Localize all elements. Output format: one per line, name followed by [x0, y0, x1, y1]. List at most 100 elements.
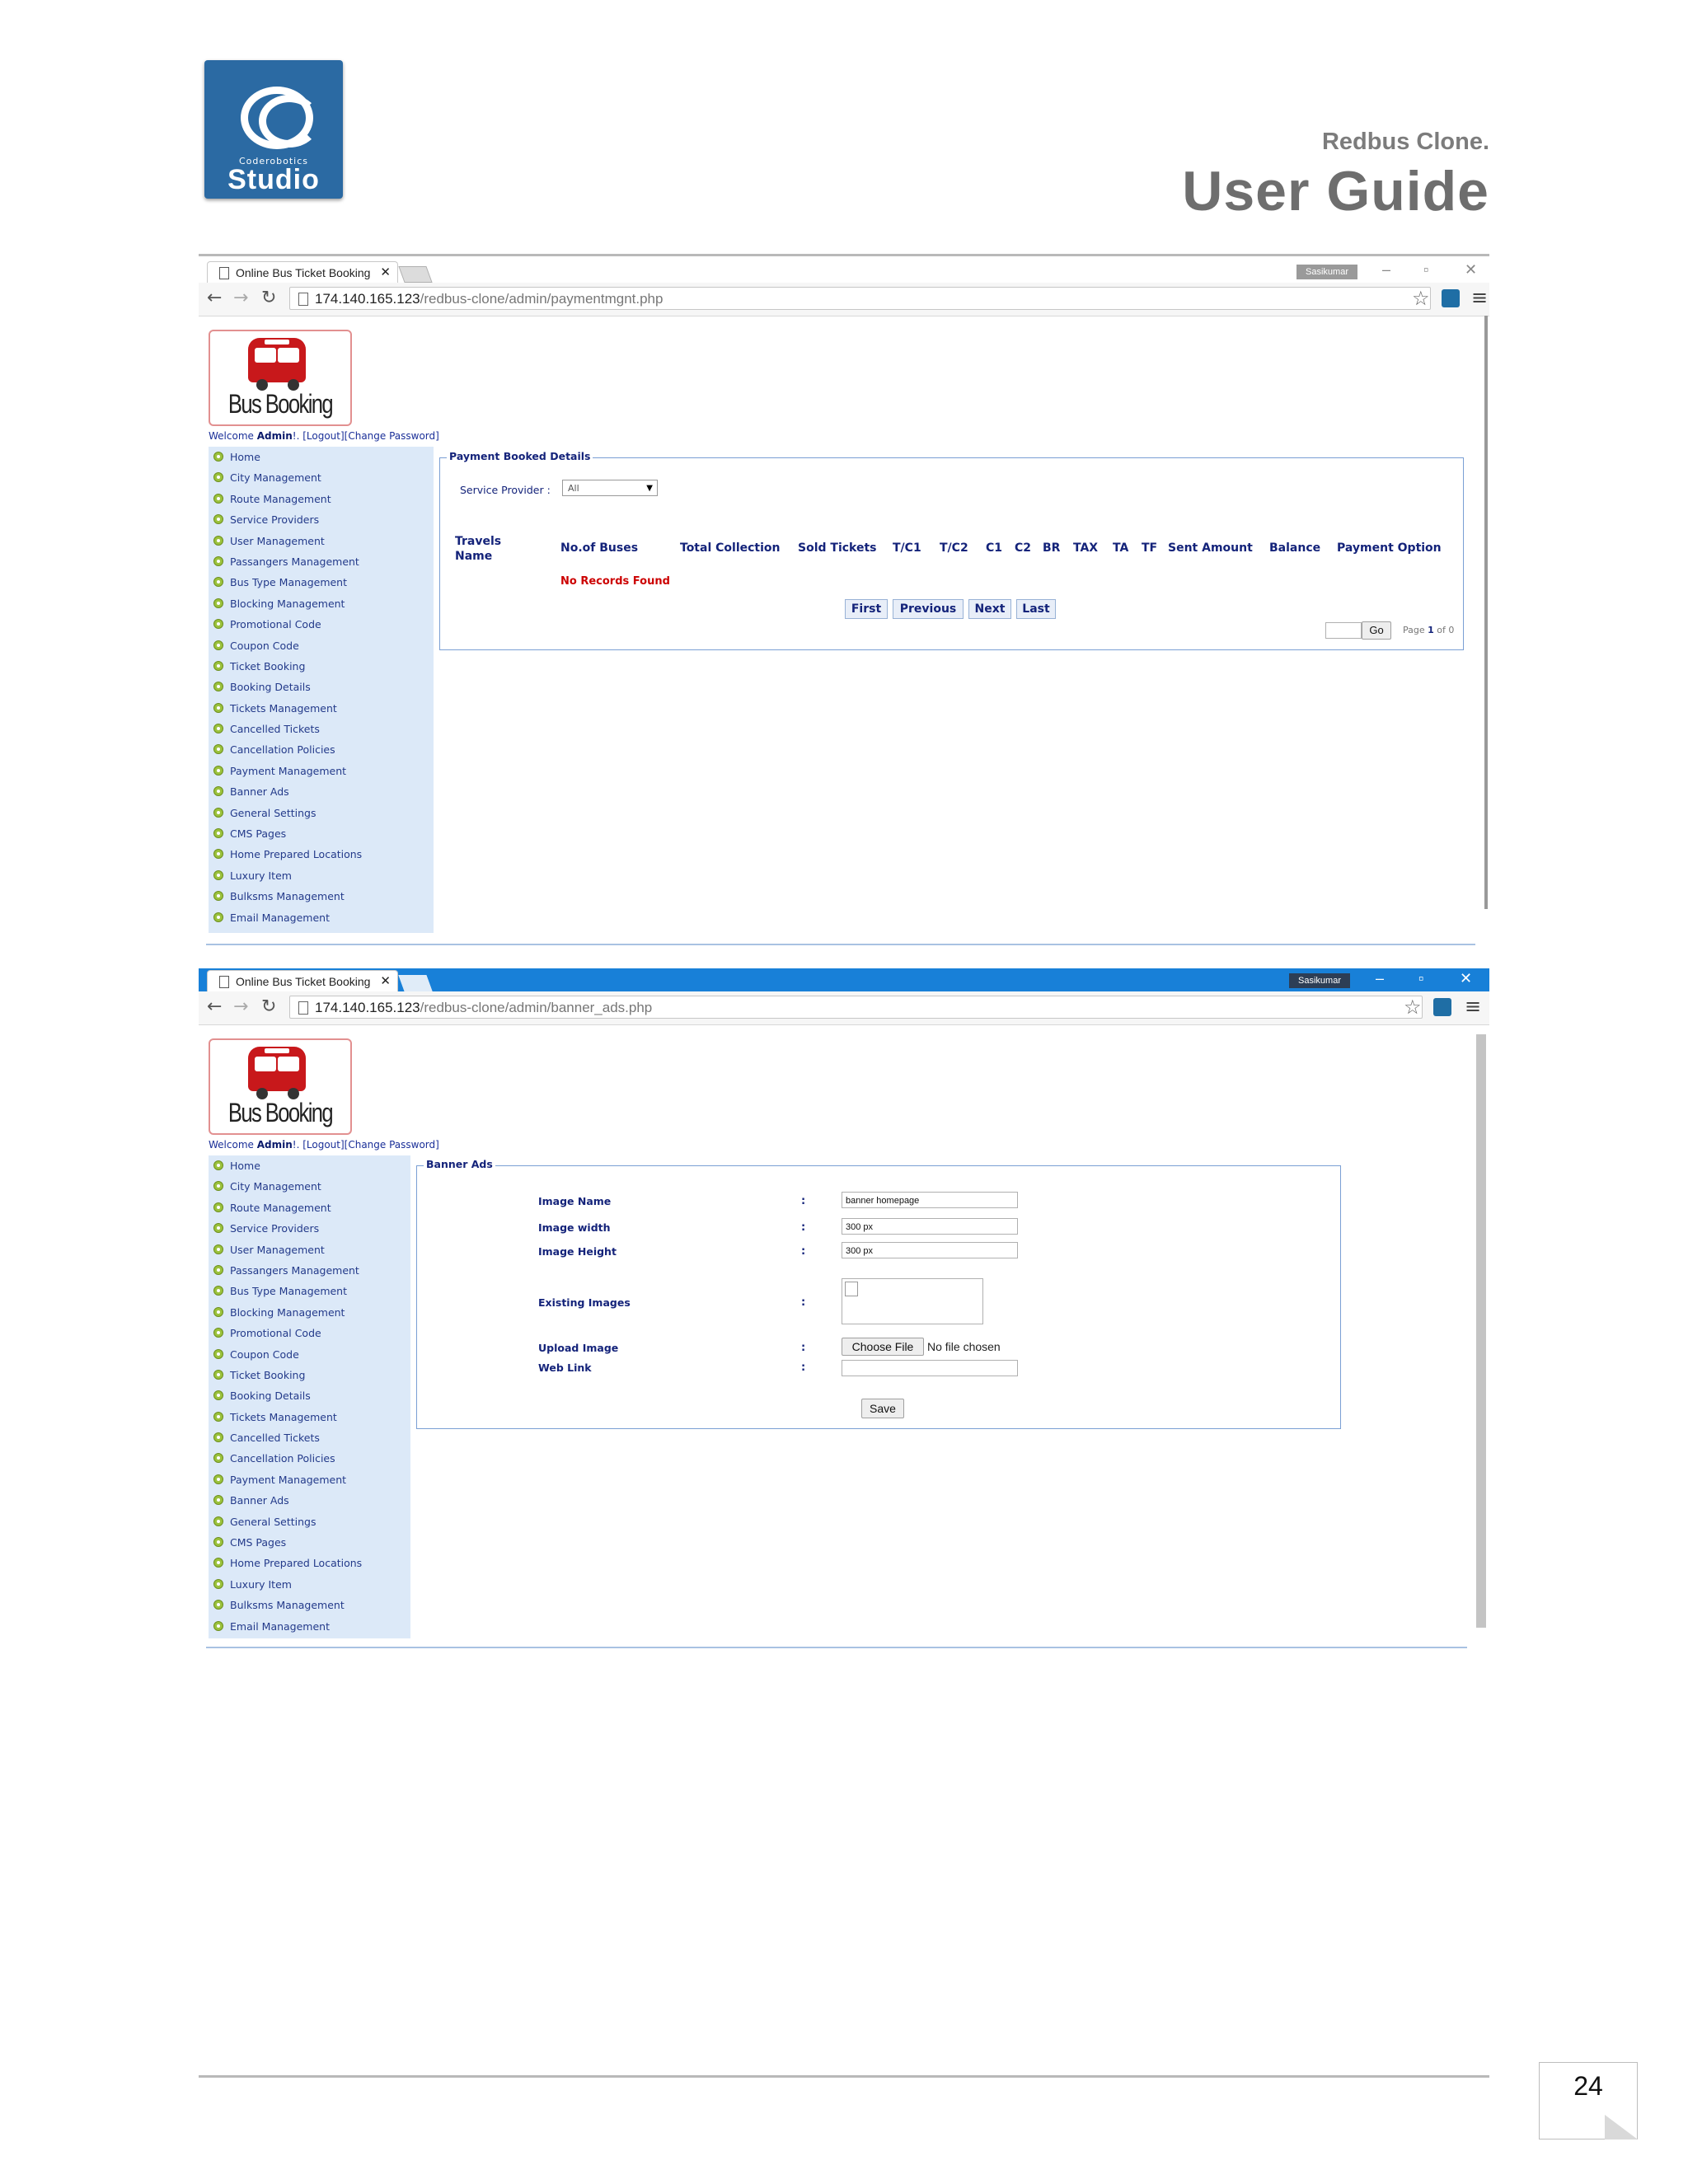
- restore-icon[interactable]: ▫: [1418, 970, 1423, 987]
- sidebar-item[interactable]: Booking Details: [209, 1385, 410, 1406]
- sidebar-item[interactable]: User Management: [209, 531, 434, 551]
- save-button[interactable]: Save: [861, 1399, 904, 1418]
- page-jump-input[interactable]: [1325, 622, 1362, 639]
- sidebar-item[interactable]: Bulksms Management: [209, 1595, 410, 1615]
- sidebar-item[interactable]: Home: [209, 1155, 410, 1176]
- bullet-icon: [213, 1369, 223, 1380]
- account-links[interactable]: !. [Logout][Change Password]: [293, 430, 439, 442]
- restore-icon[interactable]: ▫: [1423, 261, 1428, 279]
- close-tab-icon[interactable]: ✕: [380, 262, 391, 284]
- sidebar-item[interactable]: Home: [209, 447, 434, 467]
- sidebar-item[interactable]: Passangers Management: [209, 551, 434, 572]
- sidebar-item-label: City Management: [230, 471, 321, 485]
- sidebar-item[interactable]: General Settings: [209, 803, 434, 823]
- sidebar-item[interactable]: Banner Ads: [209, 1490, 410, 1511]
- menu-icon[interactable]: ≡: [1471, 286, 1488, 309]
- pager-last-button[interactable]: Last: [1016, 599, 1056, 619]
- bookmark-star-icon[interactable]: ☆: [1404, 996, 1422, 1019]
- sidebar-item[interactable]: Tickets Management: [209, 1407, 410, 1427]
- sidebar-item[interactable]: CMS Pages: [209, 823, 434, 844]
- extension-icon[interactable]: [1433, 998, 1451, 1016]
- browser-tab[interactable]: Online Bus Ticket Booking ✕: [207, 261, 398, 283]
- image-width-input[interactable]: 300 px: [842, 1218, 1018, 1235]
- sidebar-item[interactable]: Luxury Item: [209, 1574, 410, 1595]
- sidebar-item-label: Promotional Code: [230, 1327, 321, 1340]
- sidebar-item[interactable]: Cancellation Policies: [209, 1448, 410, 1469]
- bullet-icon: [213, 1390, 223, 1401]
- sidebar-item[interactable]: User Management: [209, 1240, 410, 1260]
- sidebar-item[interactable]: Blocking Management: [209, 1302, 410, 1323]
- image-name-input[interactable]: banner homepage: [842, 1192, 1018, 1208]
- sidebar-item[interactable]: Bus Type Management: [209, 572, 434, 593]
- go-button[interactable]: Go: [1362, 621, 1391, 640]
- sidebar-item[interactable]: Ticket Booking: [209, 1365, 410, 1385]
- new-tab-button[interactable]: [398, 266, 433, 283]
- sidebar-item[interactable]: CMS Pages: [209, 1532, 410, 1553]
- reload-icon[interactable]: ↻: [261, 288, 276, 308]
- sidebar-item[interactable]: Luxury Item: [209, 865, 434, 886]
- sidebar-item[interactable]: Promotional Code: [209, 1323, 410, 1343]
- sidebar-item[interactable]: Promotional Code: [209, 614, 434, 635]
- scrollbar[interactable]: [1484, 316, 1488, 909]
- pager-previous-button[interactable]: Previous: [893, 599, 964, 619]
- sidebar-item[interactable]: Service Providers: [209, 509, 434, 530]
- pager-first-button[interactable]: First: [845, 599, 888, 619]
- minimize-icon[interactable]: –: [1376, 970, 1384, 987]
- sidebar-item[interactable]: Home Prepared Locations: [209, 844, 434, 865]
- close-window-icon[interactable]: ✕: [1460, 970, 1472, 987]
- sidebar-item[interactable]: City Management: [209, 1176, 410, 1197]
- sidebar-item[interactable]: Tickets Management: [209, 698, 434, 719]
- minimize-icon[interactable]: –: [1382, 261, 1390, 279]
- forward-icon[interactable]: →: [233, 996, 248, 1017]
- doc-title: User Guide: [1182, 160, 1489, 223]
- pager-next-button[interactable]: Next: [968, 599, 1011, 619]
- address-bar[interactable]: 174.140.165.123/redbus-clone/admin/banne…: [289, 996, 1423, 1019]
- choose-file-button[interactable]: Choose File: [842, 1338, 924, 1356]
- sidebar-item[interactable]: Email Management: [209, 907, 434, 928]
- sidebar-item[interactable]: Booking Details: [209, 677, 434, 697]
- sidebar-item[interactable]: Cancelled Tickets: [209, 1427, 410, 1448]
- scrollbar[interactable]: [1476, 1034, 1486, 1628]
- sidebar-item[interactable]: City Management: [209, 467, 434, 488]
- sidebar-item[interactable]: Service Providers: [209, 1218, 410, 1239]
- back-icon[interactable]: ←: [207, 996, 222, 1017]
- sidebar-item[interactable]: Email Management: [209, 1616, 410, 1637]
- profile-badge[interactable]: Sasikumar: [1289, 973, 1350, 988]
- web-link-input[interactable]: [842, 1360, 1018, 1376]
- sidebar-item[interactable]: Bulksms Management: [209, 886, 434, 907]
- bullet-icon: [213, 555, 223, 566]
- account-links[interactable]: !. [Logout][Change Password]: [293, 1139, 439, 1151]
- sidebar-item[interactable]: Route Management: [209, 1197, 410, 1218]
- forward-icon[interactable]: →: [233, 288, 248, 308]
- sidebar-item[interactable]: Route Management: [209, 489, 434, 509]
- bookmark-star-icon[interactable]: ☆: [1412, 287, 1430, 310]
- sidebar-item[interactable]: Bus Type Management: [209, 1281, 410, 1301]
- reload-icon[interactable]: ↻: [261, 996, 276, 1017]
- bullet-icon: [213, 1516, 223, 1526]
- back-icon[interactable]: ←: [207, 288, 222, 308]
- close-window-icon[interactable]: ✕: [1465, 261, 1477, 279]
- sidebar-item[interactable]: Home Prepared Locations: [209, 1553, 410, 1573]
- close-tab-icon[interactable]: ✕: [380, 971, 391, 992]
- sidebar-item[interactable]: Payment Management: [209, 761, 434, 781]
- sidebar-item[interactable]: Blocking Management: [209, 593, 434, 614]
- menu-icon[interactable]: ≡: [1465, 995, 1481, 1018]
- address-bar[interactable]: 174.140.165.123/redbus-clone/admin/payme…: [289, 287, 1431, 310]
- sidebar-item[interactable]: Coupon Code: [209, 1344, 410, 1365]
- sidebar-item[interactable]: Banner Ads: [209, 781, 434, 802]
- browser-tab[interactable]: Online Bus Ticket Booking ✕: [207, 970, 398, 991]
- extension-icon[interactable]: [1442, 289, 1460, 307]
- sidebar-item[interactable]: Passangers Management: [209, 1260, 410, 1281]
- profile-badge[interactable]: Sasikumar: [1296, 265, 1357, 279]
- bullet-icon: [213, 869, 223, 880]
- image-height-input[interactable]: 300 px: [842, 1242, 1018, 1258]
- sidebar-item-label: Ticket Booking: [230, 659, 306, 673]
- sidebar-item[interactable]: Cancellation Policies: [209, 739, 434, 760]
- sidebar-item[interactable]: Payment Management: [209, 1469, 410, 1490]
- sidebar-item[interactable]: General Settings: [209, 1511, 410, 1532]
- sidebar-item[interactable]: Ticket Booking: [209, 656, 434, 677]
- sidebar-item[interactable]: Cancelled Tickets: [209, 719, 434, 739]
- new-tab-button[interactable]: [398, 975, 433, 991]
- sidebar-item[interactable]: Coupon Code: [209, 635, 434, 656]
- provider-select[interactable]: All ▼: [562, 480, 658, 496]
